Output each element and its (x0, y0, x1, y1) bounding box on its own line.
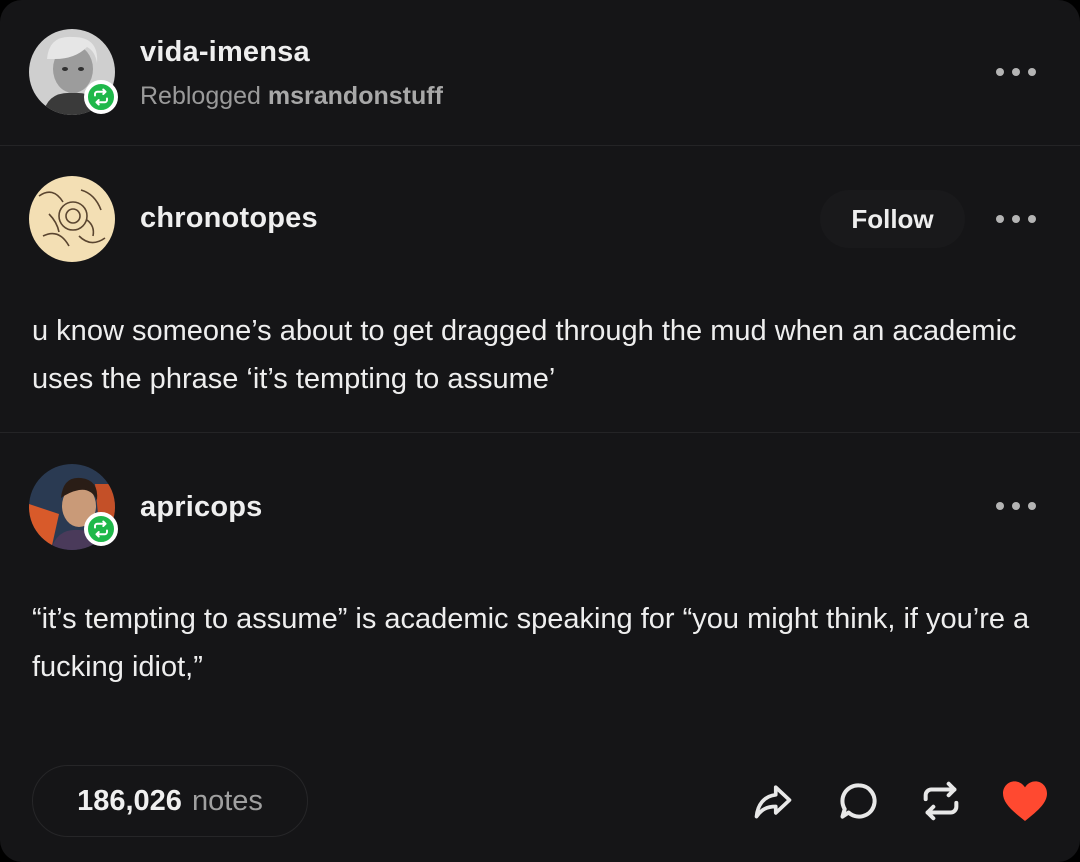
heart-icon[interactable] (1000, 776, 1050, 826)
notes-button[interactable]: 186,026 notes (32, 765, 308, 837)
follow-button[interactable]: Follow (820, 190, 965, 248)
notes-label: notes (191, 784, 263, 817)
reblogged-from-link[interactable]: msrandonstuff (268, 82, 443, 110)
share-icon[interactable] (748, 776, 798, 826)
reblog-badge-icon (84, 512, 118, 546)
reblogger-username[interactable]: vida-imensa (140, 36, 310, 69)
divider (0, 145, 1080, 146)
more-options-icon[interactable] (996, 62, 1036, 82)
post-card: vida-imensa Reblogged msrandonstuff chro… (0, 0, 1080, 862)
original-poster-username[interactable]: chronotopes (140, 202, 318, 235)
reblog-attribution: Reblogged msrandonstuff (140, 82, 443, 111)
reply-username[interactable]: apricops (140, 491, 262, 524)
notes-count: 186,026 (77, 784, 182, 817)
original-post-text: u know someone’s about to get dragged th… (32, 315, 1017, 395)
reply-icon[interactable] (834, 776, 884, 826)
reblog-badge-icon (84, 80, 118, 114)
reply-text: “it’s tempting to assume” is academic sp… (32, 603, 1030, 683)
reblog-icon[interactable] (916, 776, 966, 826)
divider (0, 432, 1080, 433)
reblogged-prefix: Reblogged (140, 82, 261, 110)
more-options-icon[interactable] (996, 209, 1036, 229)
chronotopes-avatar[interactable] (29, 176, 115, 262)
more-options-icon[interactable] (996, 496, 1036, 516)
